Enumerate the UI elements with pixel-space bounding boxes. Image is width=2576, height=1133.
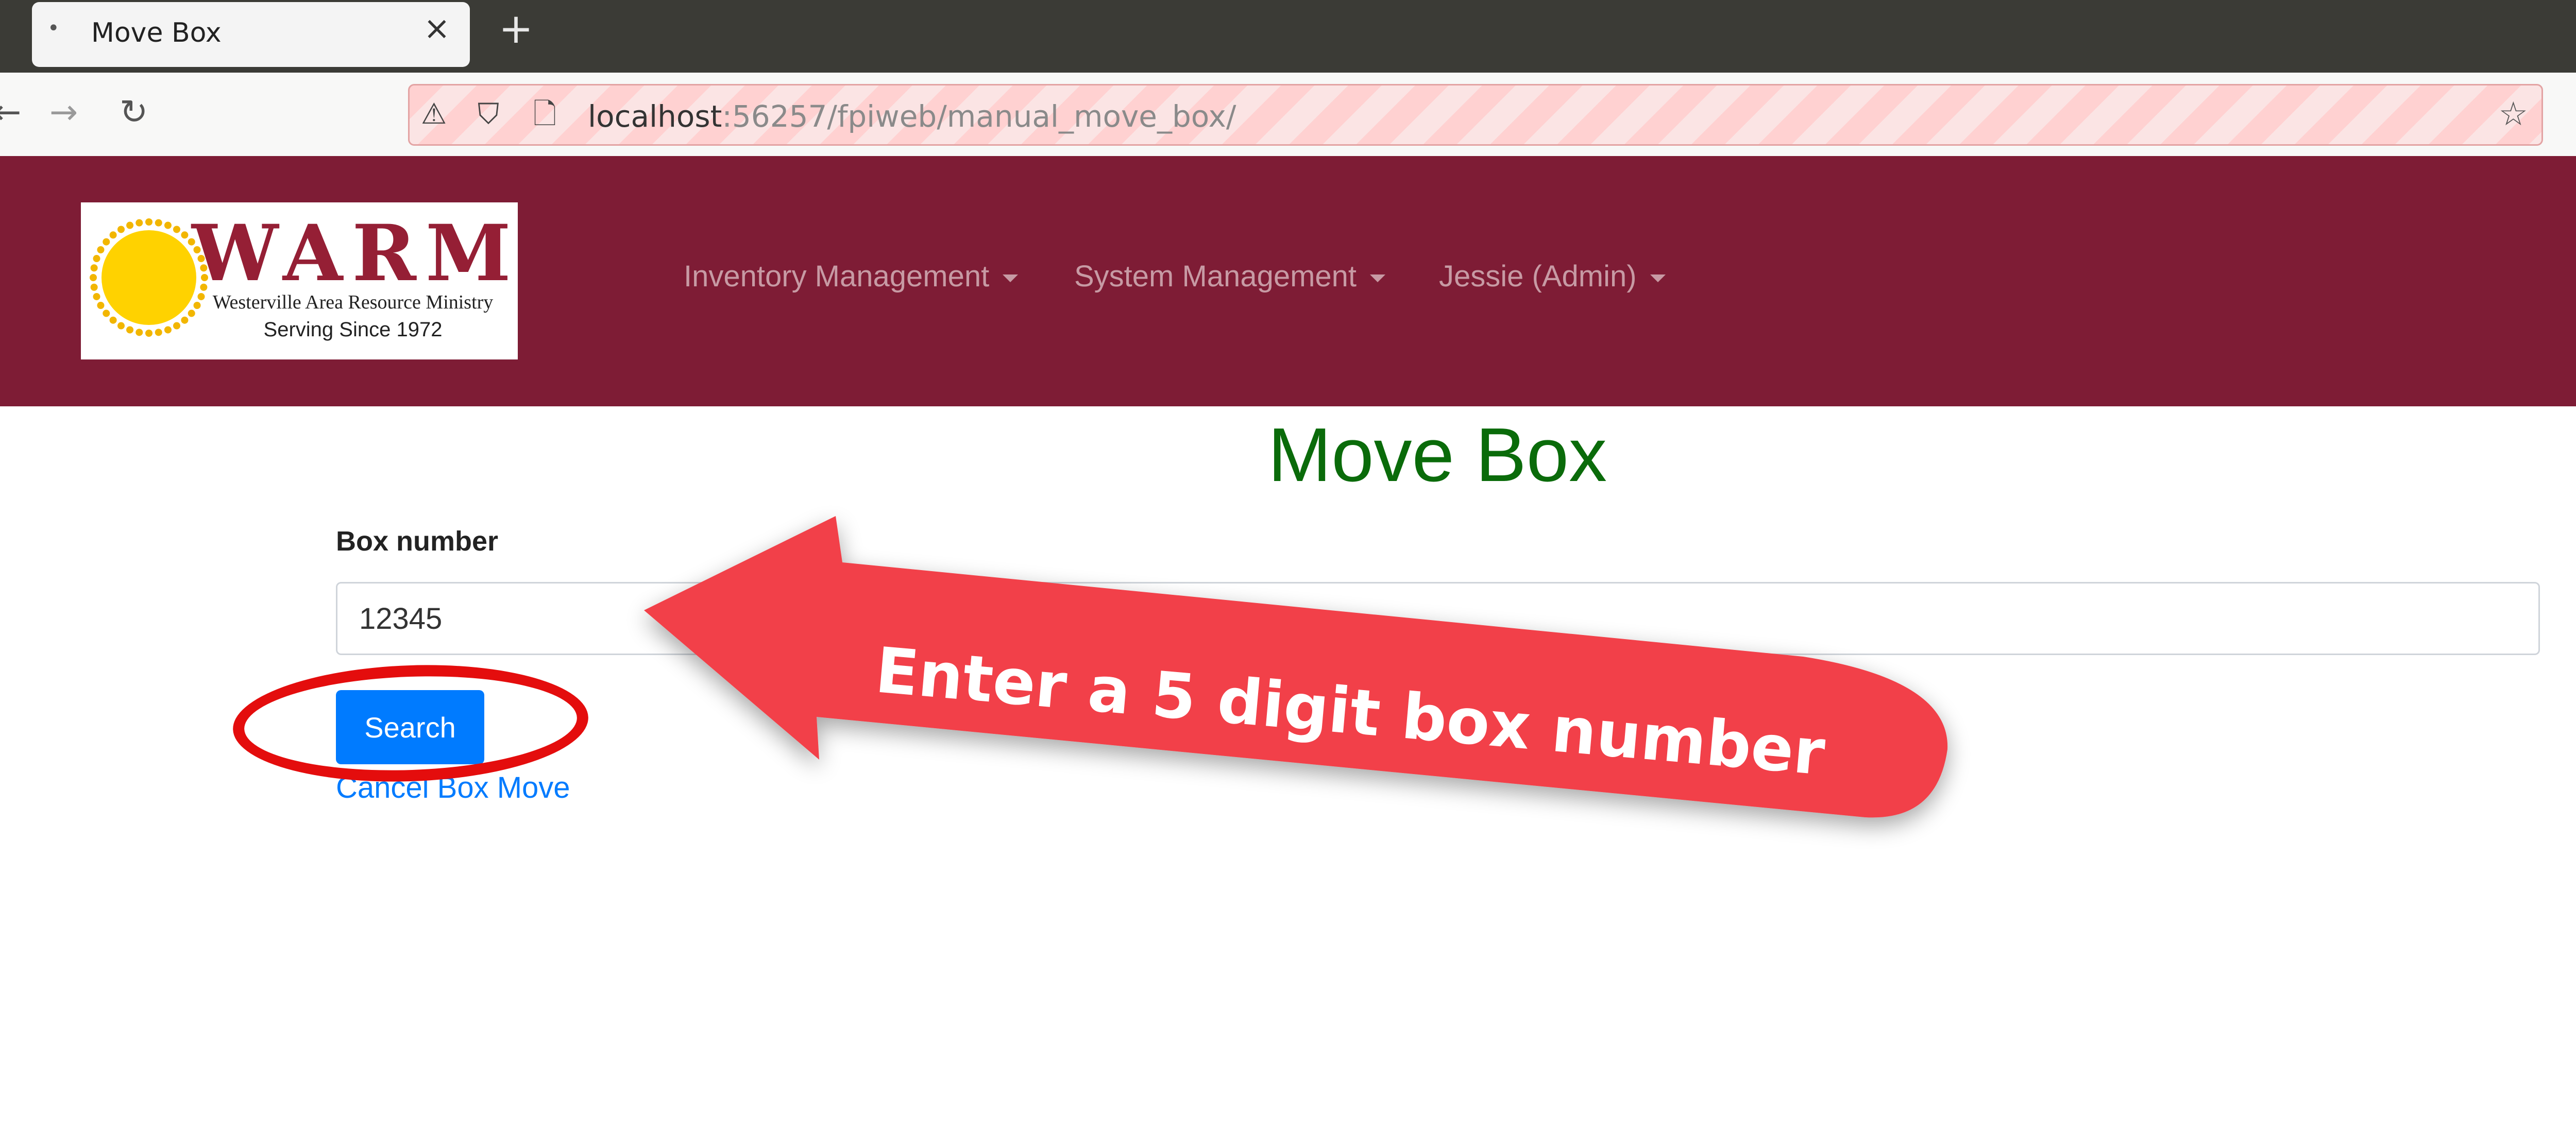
menu-system-management[interactable]: System Management <box>1074 259 1386 294</box>
menu-inventory-management[interactable]: Inventory Management <box>684 259 1019 294</box>
warm-logo[interactable]: WARM Westerville Area Resource Ministry … <box>81 202 518 359</box>
tab-indicator-icon: • <box>47 16 60 40</box>
menu-label: Inventory Management <box>684 260 990 293</box>
sun-ray-dot <box>103 238 110 246</box>
menu-label: System Management <box>1074 260 1357 293</box>
sun-ray-dot <box>164 326 172 334</box>
sun-ray-dot <box>109 316 117 324</box>
browser-toolbar: ← → ↻ ⚠ ⛉ 🗋 localhost:56257/fpiweb/manua… <box>0 73 2576 158</box>
sun-ray-dot <box>90 274 97 281</box>
logo-subtitle: Westerville Area Resource Ministry <box>212 291 494 313</box>
tab-title: Move Box <box>91 18 222 48</box>
sun-ray-dot <box>135 219 143 227</box>
logo-since: Serving Since 1972 <box>263 318 443 341</box>
sun-ray-dot <box>181 231 189 239</box>
back-arrow-icon[interactable]: ← <box>0 95 21 129</box>
sun-ray-dot <box>93 293 100 300</box>
sun-ray-dot <box>173 226 180 233</box>
sun-ray-dot <box>181 316 189 324</box>
forward-arrow-icon[interactable]: → <box>49 95 78 129</box>
callout-text: Enter a 5 digit box number <box>872 633 1828 789</box>
sun-ray-dot <box>93 255 100 263</box>
site-header: WARM Westerville Area Resource Ministry … <box>0 156 2576 406</box>
new-tab-button[interactable]: + <box>499 8 533 49</box>
tab-close-icon[interactable]: × <box>423 12 450 44</box>
chevron-down-icon <box>1650 274 1666 283</box>
page-icon[interactable]: 🗋 <box>533 100 556 129</box>
sun-ray-dot <box>173 322 180 330</box>
highlight-ring <box>231 659 590 787</box>
url-host: localhost <box>588 99 722 134</box>
page-title: Move Box <box>1267 413 1607 497</box>
sun-ray-dot <box>126 221 134 229</box>
sun-ray-dot <box>155 219 162 227</box>
sun-ray-dot <box>97 302 105 309</box>
box-number-input[interactable] <box>336 582 2540 655</box>
url-path: :56257/fpiweb/manual_move_box/ <box>722 99 1236 134</box>
browser-tab-strip: • Move Box × + <box>0 0 2576 73</box>
address-bar[interactable]: ⚠ ⛉ 🗋 localhost:56257/fpiweb/manual_move… <box>408 84 2543 146</box>
sun-ray-dot <box>145 218 152 226</box>
sun-ray-dot <box>97 246 105 253</box>
box-number-label: Box number <box>336 526 499 557</box>
reload-icon[interactable]: ↻ <box>120 95 148 129</box>
camera-warning-icon[interactable]: ⚠ <box>421 100 447 129</box>
sun-ray-dot <box>188 310 195 317</box>
sun-ray-dot <box>90 283 98 291</box>
sun-ray-dot <box>145 330 152 337</box>
menu-label: Jessie (Admin) <box>1439 260 1637 293</box>
logo-word: WARM <box>192 208 518 299</box>
url-text[interactable]: localhost:56257/fpiweb/manual_move_box/ <box>588 99 1236 134</box>
sun-ray-dot <box>126 326 134 334</box>
sun-ray-dot <box>117 226 125 233</box>
sun-ray-dot <box>155 329 162 336</box>
sun-ray-dot <box>90 264 98 272</box>
sun-ray-dot <box>117 322 125 330</box>
browser-tab[interactable]: • Move Box × <box>32 2 470 67</box>
chevron-down-icon <box>1003 274 1019 283</box>
sun-ray-dot <box>103 310 110 317</box>
sun-ray-dot <box>164 221 172 229</box>
bookmark-star-icon[interactable]: ☆ <box>2499 98 2528 131</box>
sun-ray-dot <box>135 329 143 336</box>
menu-user-account[interactable]: Jessie (Admin) <box>1439 259 1666 294</box>
sun-ray-dot <box>109 231 117 239</box>
chevron-down-icon <box>1370 274 1386 283</box>
shield-icon[interactable]: ⛉ <box>478 100 499 129</box>
